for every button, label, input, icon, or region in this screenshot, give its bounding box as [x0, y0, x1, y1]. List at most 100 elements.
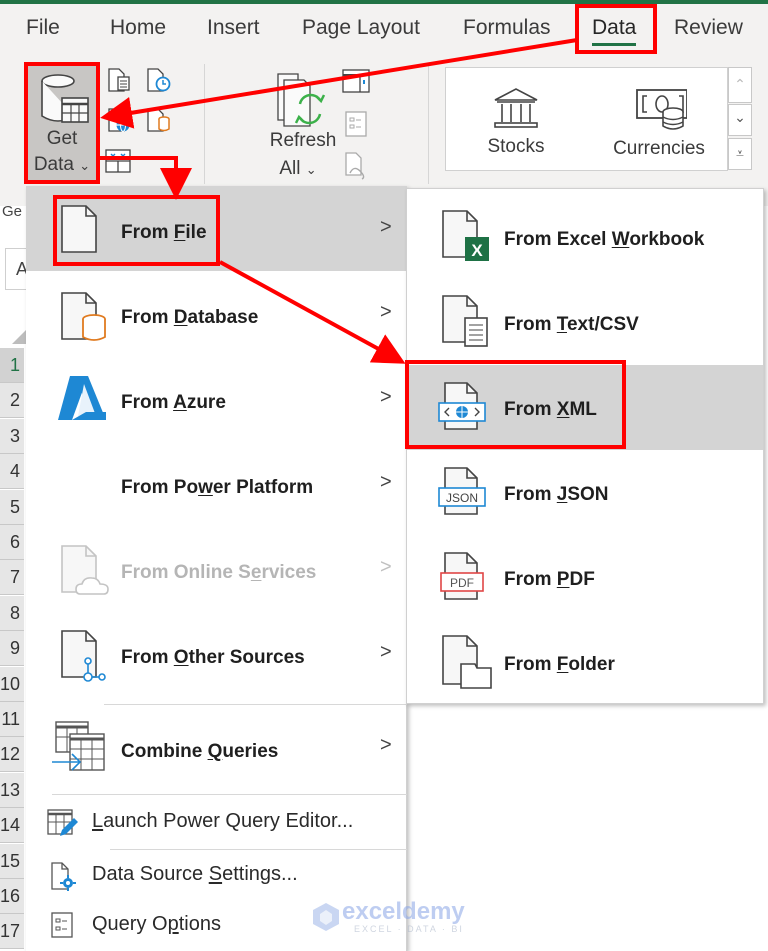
submenu-item-from-xml[interactable]: From XML	[407, 365, 763, 450]
from-table-range-icon[interactable]	[104, 148, 132, 174]
other-sources-icon	[61, 630, 106, 682]
tab-label: Formulas	[463, 16, 551, 39]
row-header[interactable]: 16	[0, 879, 24, 914]
submenu-item-from-folder[interactable]: From Folder	[407, 620, 763, 705]
tab-file[interactable]: File	[26, 16, 60, 40]
name-box[interactable]: A	[5, 248, 28, 290]
row-header[interactable]: 4	[0, 454, 24, 490]
currencies-label: Currencies	[613, 138, 705, 159]
azure-icon	[58, 376, 106, 420]
data-types-gallery: Stocks Currencies	[445, 67, 728, 171]
file-icon	[61, 205, 97, 253]
cloud-file-icon	[61, 545, 109, 595]
chevron-right-icon: >	[380, 734, 392, 756]
submenu-item-label: From JSON	[504, 484, 609, 505]
row-header[interactable]: 8	[0, 595, 24, 631]
svg-text:X: X	[471, 241, 483, 260]
chevron-up-icon: ⌃	[734, 76, 746, 92]
row-header[interactable]: 11	[0, 702, 24, 737]
tab-label: Page Layout	[302, 16, 420, 39]
tab-home[interactable]: Home	[110, 16, 166, 40]
xml-icon	[438, 382, 486, 430]
row-header[interactable]: 13	[0, 772, 24, 808]
folder-icon	[442, 635, 492, 689]
gallery-scroll-up-button[interactable]: ⌃	[728, 67, 752, 103]
menu-item-from-online-services: From Online Services >	[26, 526, 407, 611]
refresh-all-icon[interactable]	[272, 70, 332, 130]
row-header[interactable]: 10	[0, 666, 24, 702]
menu-item-from-other-sources[interactable]: From Other Sources >	[26, 611, 407, 696]
menu-item-from-power-platform[interactable]: From Power Platform >	[26, 441, 407, 526]
submenu-item-from-pdf[interactable]: PDF From PDF	[407, 535, 763, 620]
queries-connections-icon[interactable]	[341, 68, 371, 94]
menu-item-from-azure[interactable]: From Azure >	[26, 356, 407, 441]
submenu-item-label: From Folder	[504, 654, 615, 675]
currencies-data-type[interactable]: Currencies	[604, 86, 714, 160]
submenu-item-from-json[interactable]: JSON From JSON	[407, 450, 763, 535]
submenu-item-from-text-csv[interactable]: From Text/CSV	[407, 280, 763, 365]
watermark-text: exceldemy	[342, 898, 465, 925]
row-header[interactable]: 15	[0, 843, 24, 879]
row-header[interactable]: 5	[0, 489, 24, 525]
menu-separator	[110, 849, 407, 850]
row-header[interactable]: 7	[0, 560, 24, 596]
properties-icon[interactable]	[344, 110, 368, 138]
tab-label: Data	[592, 16, 637, 39]
chevron-down-icon: ⌄	[305, 162, 317, 177]
from-text-csv-small-icon[interactable]	[106, 67, 134, 93]
group-divider	[204, 64, 205, 184]
row-header[interactable]: 3	[0, 418, 24, 454]
submenu-item-label: From PDF	[504, 569, 595, 590]
tab-review[interactable]: Review	[674, 16, 743, 40]
submenu-item-label: From Excel Workbook	[504, 229, 705, 250]
tab-insert[interactable]: Insert	[207, 16, 260, 40]
chevron-down-icon: ⌄	[79, 158, 91, 173]
menu-item-label: Combine Queries	[121, 741, 279, 762]
row-header[interactable]: 9	[0, 631, 24, 667]
exceldemy-watermark: exceldemy EXCEL · DATA · BI	[312, 898, 465, 937]
exceldemy-logo-icon	[313, 903, 339, 931]
row-header[interactable]: 6	[0, 525, 24, 560]
pdf-icon: PDF	[440, 552, 484, 600]
menu-item-from-database[interactable]: From Database >	[26, 271, 407, 356]
edit-links-icon[interactable]	[344, 151, 368, 181]
refresh-all-label-line1: Refresh	[269, 130, 337, 151]
svg-text:PDF: PDF	[450, 576, 474, 590]
menu-item-from-file[interactable]: From File >	[26, 186, 407, 271]
submenu-item-label: From XML	[504, 399, 597, 420]
select-all-corner[interactable]	[12, 330, 26, 344]
from-file-submenu: X From Excel Workbook From Text/CSV From…	[406, 188, 764, 704]
from-web-icon[interactable]	[106, 107, 134, 133]
row-header[interactable]: 12	[0, 737, 24, 773]
tab-formulas[interactable]: Formulas	[463, 16, 551, 40]
refresh-all-label: All	[279, 158, 301, 179]
row-header[interactable]: 2	[0, 383, 24, 419]
group-label-get-transform: Ge	[2, 203, 23, 220]
tab-label: File	[26, 16, 60, 39]
row-header[interactable]: 17	[0, 914, 24, 950]
get-data-menu: From File > From Database > From Azure >…	[26, 186, 407, 951]
query-options-icon	[51, 912, 73, 938]
gallery-more-button[interactable]: ⩡	[728, 138, 752, 170]
row-header[interactable]: 14	[0, 808, 24, 844]
ribbon-tabs: File Home Insert Page Layout Formulas Da…	[0, 4, 768, 56]
menu-item-combine-queries[interactable]: Combine Queries >	[26, 706, 407, 796]
tab-label: Home	[110, 16, 167, 39]
recent-sources-icon[interactable]	[145, 67, 173, 93]
database-icon	[61, 292, 106, 341]
menu-item-data-source-settings[interactable]: Data Source Settings...	[26, 851, 407, 901]
menu-item-label: Data Source Settings...	[92, 863, 298, 885]
menu-item-launch-power-query-editor[interactable]: Launch Power Query Editor...	[26, 796, 407, 848]
existing-connections-icon[interactable]	[145, 107, 173, 133]
get-data-button[interactable]: Get Data ⌄	[24, 62, 100, 184]
submenu-item-from-excel-workbook[interactable]: X From Excel Workbook	[407, 195, 763, 280]
expand-gallery-icon: ⩡	[736, 145, 744, 161]
text-csv-icon	[442, 295, 488, 347]
tab-label: Review	[674, 16, 743, 39]
row-header[interactable]: 1	[0, 348, 24, 383]
tab-data[interactable]: Data	[592, 16, 637, 46]
stocks-data-type[interactable]: Stocks	[476, 86, 556, 158]
tab-page-layout[interactable]: Page Layout	[302, 16, 420, 40]
gallery-scroll-down-button[interactable]: ⌄	[728, 104, 752, 136]
menu-separator	[52, 794, 407, 795]
